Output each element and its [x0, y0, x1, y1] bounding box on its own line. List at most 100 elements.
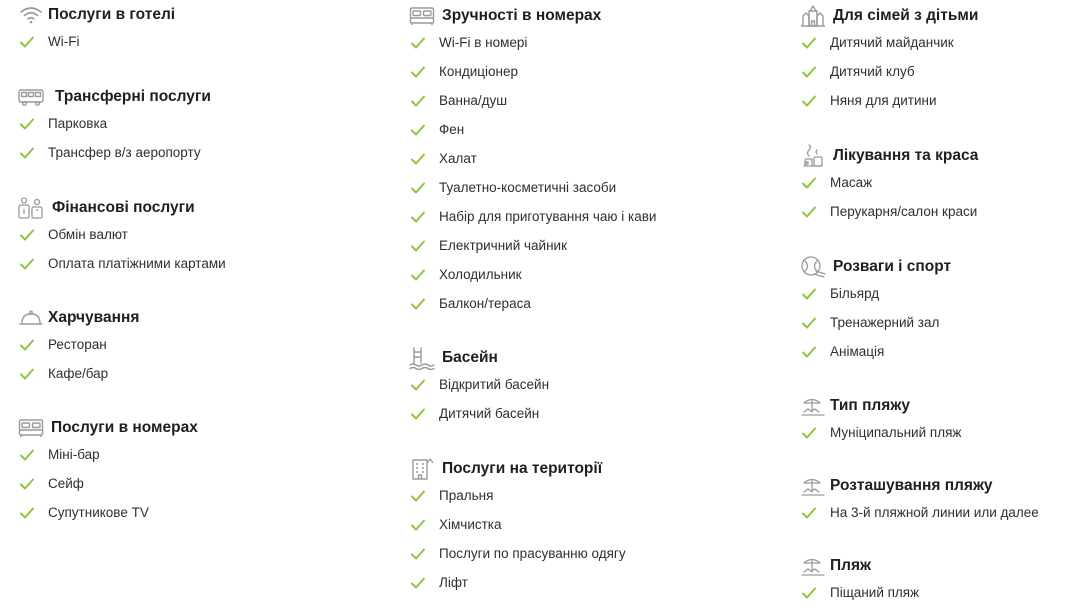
amenity-item: Wi-Fi в номері: [410, 28, 656, 57]
check-icon: [20, 368, 34, 379]
check-icon: [20, 258, 34, 269]
amenity-label: Послуги по прасуванню одягу: [439, 546, 626, 561]
section-title: Харчування: [48, 309, 140, 326]
amenity-item: Ліфт: [410, 568, 626, 597]
check-icon: [411, 548, 425, 559]
section-title: Басейн: [442, 349, 498, 366]
amenity-item: Wi-Fi: [19, 27, 175, 56]
amenity-list: Обмін валют Оплата платіжними картами: [19, 220, 226, 278]
amenity-item: Послуги по прасуванню одягу: [410, 539, 626, 568]
amenity-item: Ресторан: [19, 330, 139, 359]
amenity-label: Ванна/душ: [439, 93, 508, 108]
amenity-item: Дитячий клуб: [801, 57, 978, 86]
check-icon: [411, 95, 425, 106]
check-icon: [411, 269, 425, 280]
amenity-label: Парковка: [48, 116, 108, 131]
amenity-list: Більярд Тренажерний зал Анімація: [801, 279, 951, 366]
amenity-list: Wi-Fi: [19, 27, 175, 56]
amenity-item: Халат: [410, 144, 656, 173]
amenity-list: Міні-бар Сейф Супутникове TV: [19, 440, 198, 527]
amenity-item: Няня для дитини: [801, 86, 978, 115]
amenity-label: Ліфт: [439, 575, 468, 590]
amenity-item: Міні-бар: [19, 440, 198, 469]
amenity-label: Кафе/бар: [48, 366, 109, 381]
amenity-item: Супутникове TV: [19, 498, 198, 527]
section-title: Для сімей з дітьми: [833, 7, 979, 24]
check-icon: [411, 37, 425, 48]
amenity-item: Трансфер в/з аеропорту: [19, 138, 211, 167]
amenity-item: Сейф: [19, 469, 198, 498]
amenity-label: Обмін валют: [48, 227, 128, 242]
amenity-label: Муніципальний пляж: [830, 425, 962, 440]
beach-icon: [799, 394, 827, 418]
amenity-item: Дитячий майданчик: [801, 28, 978, 57]
check-icon: [20, 449, 34, 460]
amenity-item: Хімчистка: [410, 510, 626, 539]
section-treatment-beauty: Лікування та краса Масаж Перукарня/салон…: [801, 144, 978, 226]
section-header: Для сімей з дітьми: [801, 4, 978, 28]
amenity-item: Тренажерний зал: [801, 308, 951, 337]
check-icon: [802, 317, 816, 328]
amenity-item: Парковка: [19, 109, 211, 138]
section-header: Лікування та краса: [801, 144, 978, 168]
section-beach-type: Тип пляжу Муніципальний пляж: [801, 394, 961, 447]
section-header: Зручності в номерах: [408, 4, 656, 28]
money-icon: [17, 196, 45, 220]
amenity-item: Обмін валют: [19, 220, 226, 249]
bed-icon: [17, 416, 45, 440]
section-header: Послуги на території: [410, 457, 626, 481]
section-beach-location: Розташування пляжу На 3-й пляжной линии …: [801, 474, 1039, 527]
check-icon: [20, 339, 34, 350]
check-icon: [411, 240, 425, 251]
check-icon: [802, 177, 816, 188]
section-hotel-services: Послуги в готелі Wi-Fi: [19, 3, 175, 56]
check-icon: [802, 66, 816, 77]
amenity-list: Дитячий майданчик Дитячий клуб Няня для …: [801, 28, 978, 115]
check-icon: [802, 587, 816, 598]
amenity-label: Електричний чайник: [439, 238, 567, 253]
section-header: Пляж: [801, 554, 919, 578]
section-families: Для сімей з дітьми Дитячий майданчик Дит…: [801, 4, 978, 115]
amenity-list: Масаж Перукарня/салон краси: [801, 168, 978, 226]
amenity-item: Відкритий басейн: [410, 370, 549, 399]
amenity-label: Перукарня/салон краси: [830, 204, 978, 219]
check-icon: [802, 206, 816, 217]
section-territory-services: Послуги на території Пральня Хімчистка П…: [410, 457, 626, 597]
check-icon: [411, 298, 425, 309]
section-header: Харчування: [19, 306, 139, 330]
amenity-item: Дитячий басейн: [410, 399, 549, 428]
check-icon: [20, 147, 34, 158]
section-room-amenities: Зручності в номерах Wi-Fi в номері Конди…: [408, 4, 656, 318]
amenity-label: Більярд: [830, 286, 880, 301]
section-title: Послуги на території: [442, 460, 603, 477]
amenity-label: Фен: [439, 122, 465, 137]
amenity-label: Міні-бар: [48, 447, 100, 462]
check-icon: [411, 211, 425, 222]
section-title: Послуги в номерах: [51, 419, 198, 436]
spa-icon: [799, 144, 827, 168]
check-icon: [802, 427, 816, 438]
amenity-label: Дитячий клуб: [830, 64, 915, 79]
building-icon: [408, 457, 436, 481]
section-title: Розташування пляжу: [830, 477, 993, 494]
amenity-label: Набір для приготування чаю і кави: [439, 209, 657, 224]
amenity-item: Кафе/бар: [19, 359, 139, 388]
check-icon: [411, 124, 425, 135]
amenity-label: Трансфер в/з аеропорту: [48, 145, 201, 160]
hotel-amenities: Послуги в готелі Wi-Fi Трансферні послуг…: [0, 0, 1080, 608]
check-icon: [20, 229, 34, 240]
section-pool: Басейн Відкритий басейн Дитячий басейн: [409, 346, 549, 428]
amenity-list: На 3-й пляжной линии или далее: [801, 498, 1039, 527]
amenity-label: Пральня: [439, 488, 494, 503]
amenity-item: Набір для приготування чаю і кави: [410, 202, 656, 231]
section-header: Розваги і спорт: [801, 255, 951, 279]
section-header: Послуги в готелі: [19, 3, 175, 27]
amenity-label: На 3-й пляжной линии или далее: [830, 505, 1039, 520]
check-icon: [411, 490, 425, 501]
bus-icon: [17, 85, 45, 109]
amenity-label: Дитячий майданчик: [830, 35, 954, 50]
amenity-item: На 3-й пляжной линии или далее: [801, 498, 1039, 527]
section-header: Тип пляжу: [801, 394, 961, 418]
bed-icon: [408, 4, 436, 28]
amenity-item: Холодильник: [410, 260, 656, 289]
